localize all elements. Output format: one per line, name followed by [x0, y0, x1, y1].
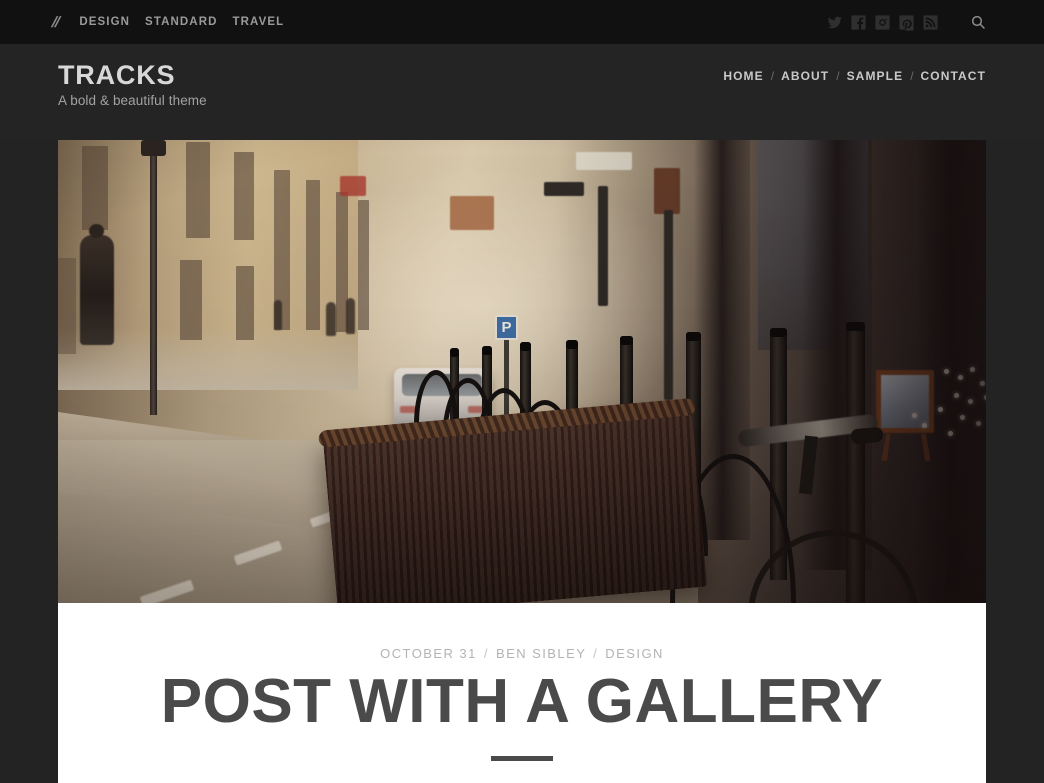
post-meta-separator: /	[593, 646, 599, 661]
nav-separator: /	[910, 69, 914, 83]
post-date[interactable]: OCTOBER 31	[380, 646, 477, 661]
nav-separator: /	[836, 69, 840, 83]
search-icon[interactable]	[969, 13, 987, 31]
pinterest-icon[interactable]	[898, 14, 915, 31]
slashes-logo-icon[interactable]: //	[51, 14, 60, 31]
photo-street-sign	[576, 152, 632, 170]
site-tagline: A bold & beautiful theme	[58, 93, 207, 109]
photo-street-sign	[544, 182, 584, 196]
photo-pedestrian	[346, 298, 355, 334]
category-links: DESIGN STANDARD TRAVEL	[79, 16, 284, 28]
category-link-standard[interactable]: STANDARD	[145, 16, 217, 28]
nav-link-about[interactable]: ABOUT	[781, 69, 829, 83]
photo-window	[180, 260, 202, 340]
category-link-travel[interactable]: TRAVEL	[233, 16, 285, 28]
nav-separator: /	[770, 69, 775, 83]
photo-pedestrian	[80, 224, 114, 345]
top-bar: // DESIGN STANDARD TRAVEL	[0, 0, 1044, 44]
photo-window	[306, 180, 320, 330]
category-link-design[interactable]: DESIGN	[79, 16, 130, 28]
photo-pedestrian	[326, 302, 336, 336]
page-root: // DESIGN STANDARD TRAVEL TRACKS A bold …	[0, 0, 1044, 783]
post-meta: OCTOBER 31 / BEN SIBLEY / DESIGN	[58, 646, 986, 661]
photo-window	[82, 146, 108, 230]
nav-link-sample[interactable]: SAMPLE	[847, 69, 904, 83]
photo-window	[234, 152, 254, 240]
rss-icon[interactable]	[922, 14, 939, 31]
photo-street-sign	[664, 210, 673, 400]
site-branding[interactable]: TRACKS A bold & beautiful theme	[58, 60, 207, 109]
site-header: TRACKS A bold & beautiful theme HOME / A…	[0, 44, 1044, 140]
photo-window	[186, 142, 210, 238]
featured-image[interactable]: P	[58, 140, 986, 603]
site-title: TRACKS	[58, 60, 176, 90]
post-author[interactable]: BEN SIBLEY	[496, 646, 586, 661]
instagram-icon[interactable]	[874, 14, 891, 31]
nav-link-contact[interactable]: CONTACT	[921, 69, 986, 83]
top-bar-left-group: // DESIGN STANDARD TRAVEL	[51, 14, 284, 31]
photo-window	[236, 266, 254, 340]
top-bar-right-group	[826, 0, 1044, 44]
photo-window	[358, 200, 369, 330]
nav-link-home[interactable]: HOME	[723, 69, 763, 83]
photo-street-sign	[598, 186, 608, 306]
photo-pedestrian	[274, 300, 282, 330]
primary-navigation: HOME / ABOUT / SAMPLE / CONTACT	[723, 69, 986, 83]
twitter-icon[interactable]	[826, 14, 843, 31]
post-category[interactable]: DESIGN	[605, 646, 664, 661]
photo-lamp-post	[141, 140, 166, 415]
photo-street-sign	[654, 168, 680, 214]
post-title: POST WITH A GALLERY	[160, 667, 884, 736]
photo-street-sign	[340, 176, 366, 196]
facebook-icon[interactable]	[850, 14, 867, 31]
post-card: OCTOBER 31 / BEN SIBLEY / DESIGN POST WI…	[58, 603, 986, 783]
featured-image-photo: P	[58, 140, 986, 603]
photo-window	[58, 258, 76, 354]
photo-bicycle-grip	[850, 426, 884, 445]
social-links	[826, 14, 939, 31]
post-meta-separator: /	[483, 646, 489, 661]
photo-parking-sign: P	[495, 315, 518, 340]
photo-string-lights	[898, 365, 986, 455]
title-divider	[491, 755, 553, 761]
photo-wicker-basket	[318, 397, 708, 603]
photo-street-sign	[450, 196, 494, 230]
